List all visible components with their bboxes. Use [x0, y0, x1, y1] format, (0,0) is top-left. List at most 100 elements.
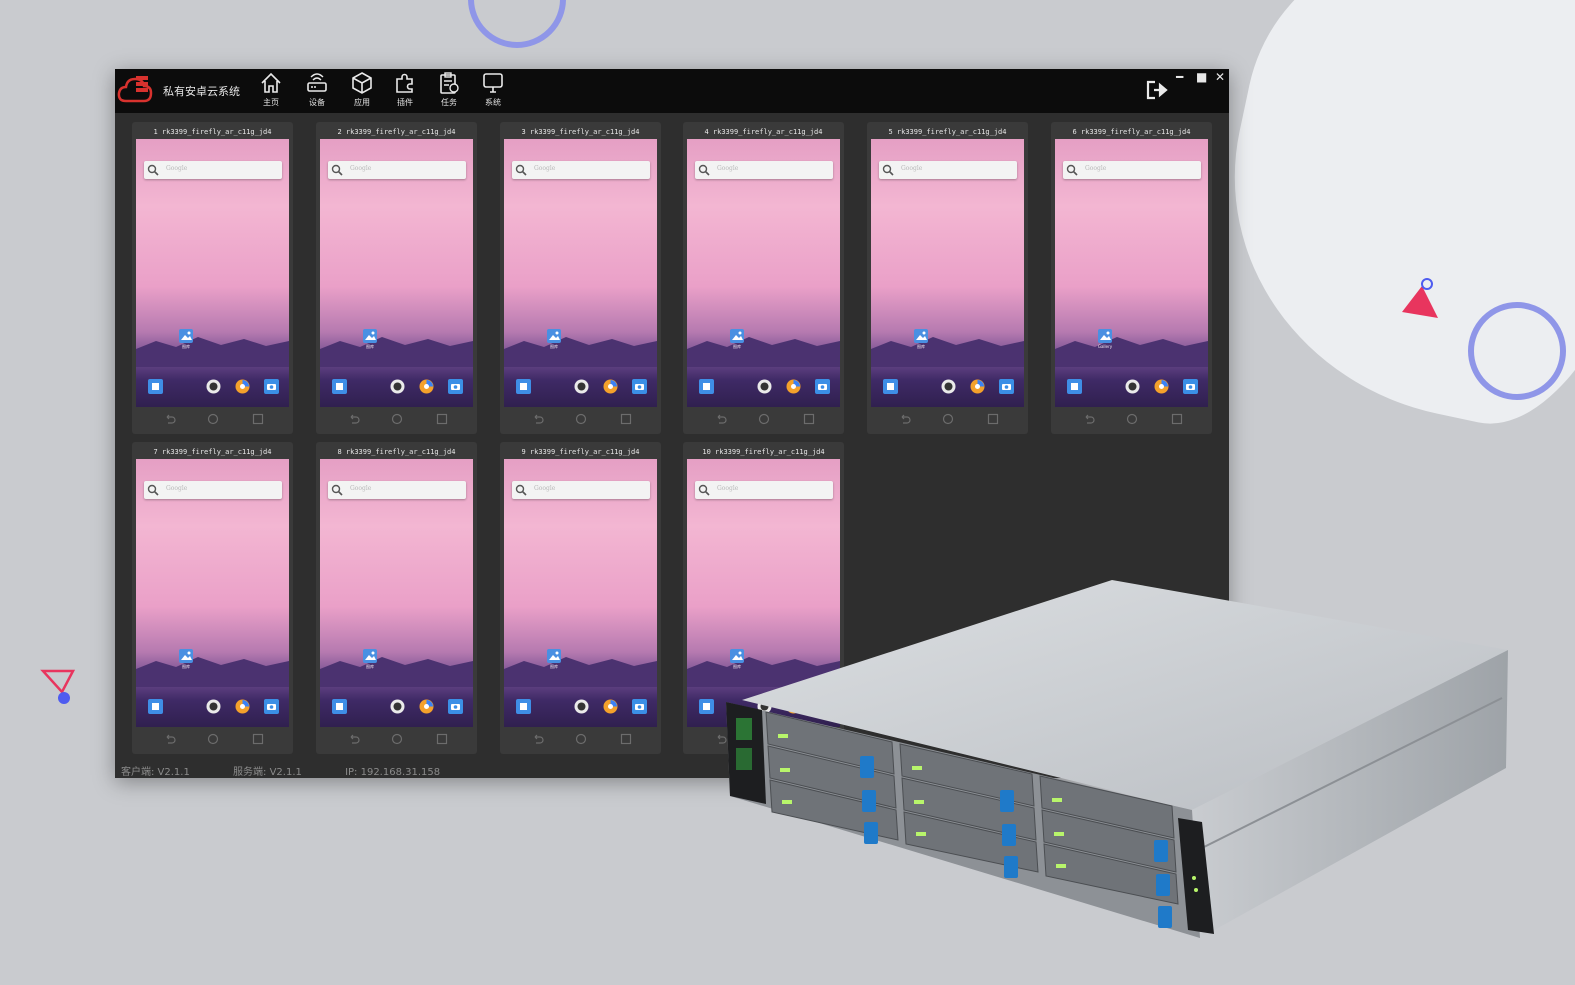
browser-icon[interactable]: [419, 379, 434, 394]
google-search-bar[interactable]: Google: [512, 481, 650, 499]
camera-icon[interactable]: [815, 379, 830, 394]
contacts-icon[interactable]: [1067, 379, 1082, 394]
camera-lens-icon[interactable]: [757, 379, 772, 394]
device-card[interactable]: 5 rk3399_firefly_ar_c11g_jd4 Google 图库: [867, 122, 1028, 434]
camera-lens-icon[interactable]: [206, 699, 221, 714]
files-icon[interactable]: [883, 379, 898, 394]
gallery-app[interactable]: 图库: [729, 329, 745, 353]
device-card[interactable]: 9 rk3399_firefly_ar_c11g_jd4 Google 图库: [500, 442, 661, 754]
back-icon[interactable]: [348, 413, 360, 425]
device-card[interactable]: 2 rk3399_firefly_ar_c11g_jd4 Google 图库: [316, 122, 477, 434]
google-search-bar[interactable]: Google: [879, 161, 1017, 179]
gallery-app[interactable]: 图库: [913, 329, 929, 353]
device-screen[interactable]: Google 图库: [687, 139, 840, 407]
nav-apps[interactable]: 应用: [342, 71, 382, 111]
recents-icon[interactable]: [252, 733, 264, 745]
browser-icon[interactable]: [603, 699, 618, 714]
contacts-icon[interactable]: [332, 699, 347, 714]
home-circle-icon[interactable]: [575, 733, 587, 745]
device-screen[interactable]: Google 图库: [320, 139, 473, 407]
google-search-bar[interactable]: Google: [144, 481, 282, 499]
back-icon[interactable]: [164, 733, 176, 745]
camera-icon[interactable]: [1183, 379, 1198, 394]
google-search-bar[interactable]: Google: [512, 161, 650, 179]
home-circle-icon[interactable]: [758, 413, 770, 425]
home-circle-icon[interactable]: [391, 733, 403, 745]
camera-icon[interactable]: [264, 379, 279, 394]
recents-icon[interactable]: [620, 413, 632, 425]
browser-icon[interactable]: [235, 379, 250, 394]
gallery-app[interactable]: 图库: [362, 329, 378, 353]
files-icon[interactable]: [516, 699, 531, 714]
camera-icon[interactable]: [448, 379, 463, 394]
device-screen[interactable]: Google 图库: [504, 139, 657, 407]
camera-icon[interactable]: [999, 379, 1014, 394]
google-search-bar[interactable]: Google: [1063, 161, 1201, 179]
device-screen[interactable]: Google 图库: [871, 139, 1024, 407]
camera-lens-icon[interactable]: [574, 379, 589, 394]
browser-icon[interactable]: [786, 379, 801, 394]
home-circle-icon[interactable]: [207, 733, 219, 745]
device-screen[interactable]: Google Gallery: [1055, 139, 1208, 407]
browser-icon[interactable]: [1154, 379, 1169, 394]
device-card[interactable]: 6 rk3399_firefly_ar_c11g_jd4 Google Gall…: [1051, 122, 1212, 434]
google-search-bar[interactable]: Google: [695, 481, 833, 499]
camera-lens-icon[interactable]: [206, 379, 221, 394]
gallery-app[interactable]: 图库: [178, 649, 194, 673]
back-icon[interactable]: [899, 413, 911, 425]
camera-lens-icon[interactable]: [390, 699, 405, 714]
camera-lens-icon[interactable]: [941, 379, 956, 394]
recents-icon[interactable]: [987, 413, 999, 425]
google-search-bar[interactable]: Google: [328, 481, 466, 499]
device-screen[interactable]: Google 图库: [136, 459, 289, 727]
device-card[interactable]: 7 rk3399_firefly_ar_c11g_jd4 Google 图库: [132, 442, 293, 754]
browser-icon[interactable]: [970, 379, 985, 394]
contacts-icon[interactable]: [699, 379, 714, 394]
home-circle-icon[interactable]: [207, 413, 219, 425]
home-circle-icon[interactable]: [942, 413, 954, 425]
camera-lens-icon[interactable]: [1125, 379, 1140, 394]
back-icon[interactable]: [715, 413, 727, 425]
camera-icon[interactable]: [632, 379, 647, 394]
nav-tasks[interactable]: 任务: [429, 71, 469, 111]
device-screen[interactable]: Google 图库: [320, 459, 473, 727]
recents-icon[interactable]: [436, 733, 448, 745]
back-icon[interactable]: [1083, 413, 1095, 425]
nav-system[interactable]: 系统: [473, 71, 513, 111]
camera-lens-icon[interactable]: [574, 699, 589, 714]
close-button[interactable]: ✕: [1215, 70, 1225, 84]
maximize-button[interactable]: ■: [1196, 70, 1207, 84]
camera-lens-icon[interactable]: [390, 379, 405, 394]
files-icon[interactable]: [148, 379, 163, 394]
browser-icon[interactable]: [419, 699, 434, 714]
nav-home[interactable]: 主页: [251, 71, 291, 111]
contacts-icon[interactable]: [699, 699, 714, 714]
camera-icon[interactable]: [632, 699, 647, 714]
device-screen[interactable]: Google 图库: [504, 459, 657, 727]
device-card[interactable]: 4 rk3399_firefly_ar_c11g_jd4 Google 图库: [683, 122, 844, 434]
gallery-app[interactable]: 图库: [178, 329, 194, 353]
home-circle-icon[interactable]: [575, 413, 587, 425]
files-icon[interactable]: [148, 699, 163, 714]
back-icon[interactable]: [532, 413, 544, 425]
files-icon[interactable]: [516, 379, 531, 394]
device-card[interactable]: 8 rk3399_firefly_ar_c11g_jd4 Google 图库: [316, 442, 477, 754]
logout-icon[interactable]: [1145, 79, 1169, 101]
recents-icon[interactable]: [252, 413, 264, 425]
nav-plugins[interactable]: 插件: [385, 71, 425, 111]
recents-icon[interactable]: [620, 733, 632, 745]
nav-devices[interactable]: 设备: [297, 71, 337, 111]
contacts-icon[interactable]: [332, 379, 347, 394]
google-search-bar[interactable]: Google: [328, 161, 466, 179]
recents-icon[interactable]: [803, 413, 815, 425]
back-icon[interactable]: [164, 413, 176, 425]
minimize-button[interactable]: ━: [1176, 70, 1183, 84]
camera-icon[interactable]: [448, 699, 463, 714]
home-circle-icon[interactable]: [1126, 413, 1138, 425]
back-icon[interactable]: [348, 733, 360, 745]
browser-icon[interactable]: [235, 699, 250, 714]
google-search-bar[interactable]: Google: [144, 161, 282, 179]
gallery-app[interactable]: 图库: [362, 649, 378, 673]
device-screen[interactable]: Google 图库: [136, 139, 289, 407]
google-search-bar[interactable]: Google: [695, 161, 833, 179]
